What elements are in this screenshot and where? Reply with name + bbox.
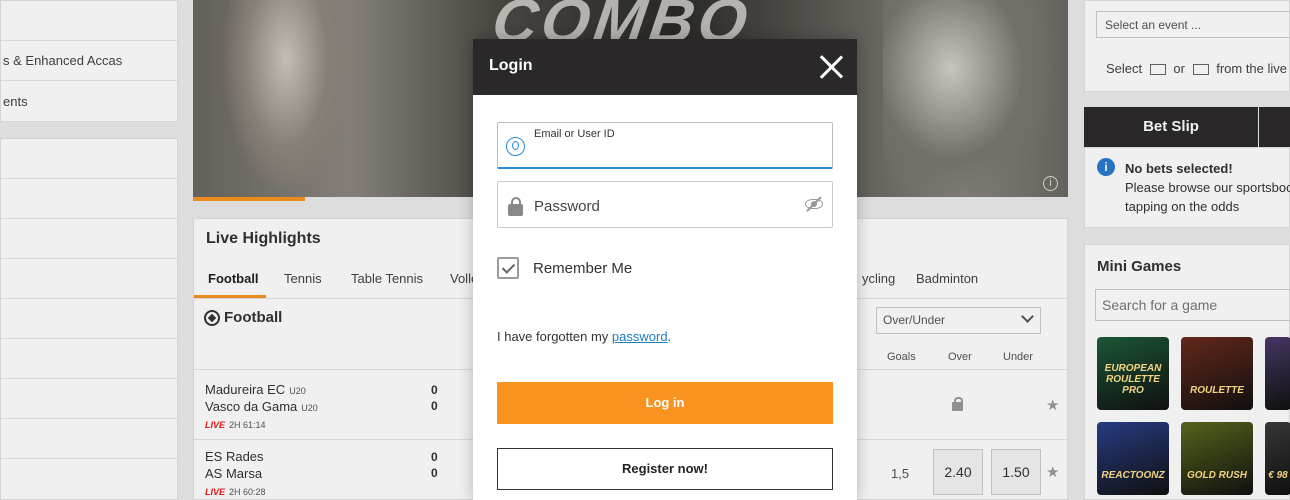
email-input[interactable] — [534, 143, 814, 163]
user-icon — [506, 137, 525, 156]
email-field-label: Email or User ID — [534, 128, 615, 140]
password-input[interactable] — [534, 196, 814, 216]
forgot-password-text: I have forgotten my password. — [497, 329, 672, 344]
password-field[interactable] — [497, 181, 833, 228]
login-modal: Login Email or User ID Remember Me I hav… — [473, 39, 857, 500]
login-button[interactable]: Log in — [497, 382, 833, 424]
close-icon[interactable] — [819, 55, 843, 79]
register-button[interactable]: Register now! — [497, 448, 833, 490]
lock-icon — [508, 197, 523, 216]
show-password-icon[interactable] — [805, 196, 823, 212]
modal-header: Login — [473, 39, 857, 95]
remember-me-toggle[interactable]: Remember Me — [497, 257, 632, 279]
modal-title: Login — [489, 57, 533, 74]
email-field[interactable]: Email or User ID — [497, 122, 833, 169]
remember-me-checkbox[interactable] — [497, 257, 519, 279]
remember-me-label: Remember Me — [533, 259, 633, 277]
forgot-password-link[interactable]: password — [612, 329, 668, 344]
